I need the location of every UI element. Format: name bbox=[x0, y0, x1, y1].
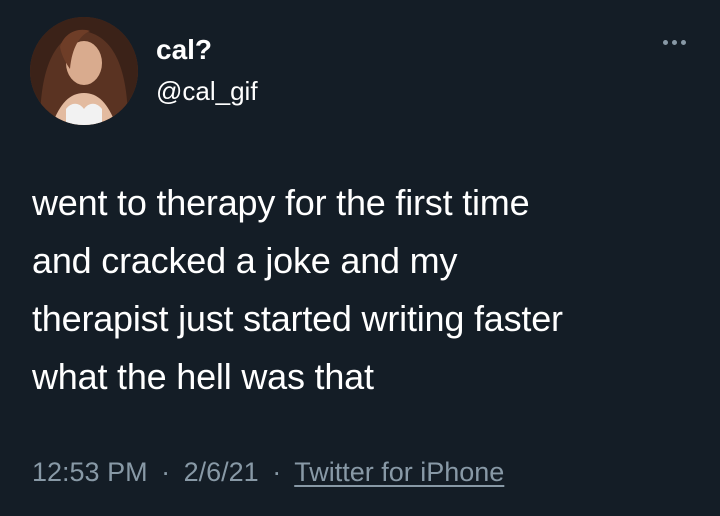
tweet-card: cal? @cal_gif went to therapy for the fi… bbox=[0, 0, 720, 516]
more-horizontal-icon[interactable] bbox=[663, 40, 686, 45]
tweet-source-link[interactable]: Twitter for iPhone bbox=[294, 457, 504, 487]
dot bbox=[663, 40, 668, 45]
separator: · bbox=[272, 457, 282, 487]
display-name[interactable]: cal? bbox=[156, 34, 212, 66]
tweet-text-line: therapist just started writing faster bbox=[32, 298, 563, 339]
tweet-text: went to therapy for the first time and c… bbox=[32, 174, 692, 406]
avatar[interactable] bbox=[30, 17, 138, 125]
user-handle[interactable]: @cal_gif bbox=[156, 76, 258, 106]
tweet-text-line: what the hell was that bbox=[32, 356, 374, 397]
profile-photo bbox=[30, 17, 138, 125]
tweet-date[interactable]: 2/6/21 bbox=[184, 457, 259, 487]
separator: · bbox=[161, 457, 171, 487]
dot bbox=[681, 40, 686, 45]
tweet-text-line: went to therapy for the first time bbox=[32, 182, 530, 223]
dot bbox=[672, 40, 677, 45]
tweet-time[interactable]: 12:53 PM bbox=[32, 457, 148, 487]
tweet-text-line: and cracked a joke and my bbox=[32, 240, 458, 281]
tweet-metadata: 12:53 PM · 2/6/21 · Twitter for iPhone bbox=[32, 456, 504, 488]
